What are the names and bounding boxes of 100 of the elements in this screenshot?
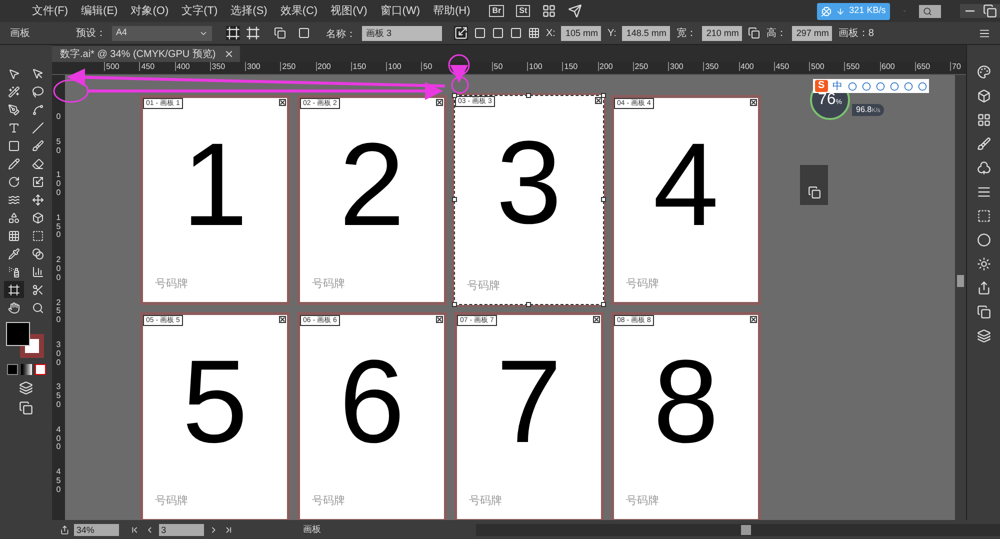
resize-handle[interactable] — [452, 197, 457, 202]
landscape-icon[interactable] — [246, 26, 260, 40]
artboard-number: 6 — [338, 343, 406, 461]
panel-icon[interactable] — [976, 113, 990, 127]
y-field[interactable]: 148.5 mm — [622, 26, 670, 40]
resize-handle[interactable] — [452, 93, 457, 98]
panel-icon[interactable] — [976, 161, 990, 175]
portrait-icon[interactable] — [226, 26, 240, 40]
minimize-icon[interactable] — [960, 4, 980, 18]
draw-mode-icon[interactable] — [19, 381, 33, 395]
ime-logo: S — [815, 80, 828, 92]
resize-handle[interactable] — [452, 302, 457, 307]
field-label: 高： — [766, 26, 786, 40]
close-icon[interactable] — [593, 316, 600, 323]
x-field[interactable]: 105 mm — [561, 26, 602, 40]
guide-icon[interactable] — [510, 27, 522, 39]
pen-icon — [8, 104, 20, 116]
zoom-dropdown[interactable]: 34% — [74, 524, 120, 536]
ruler-label: 450 — [55, 468, 62, 495]
menu-item[interactable]: 效果(C) — [280, 2, 318, 20]
panel-icon[interactable] — [976, 209, 990, 223]
close-icon[interactable] — [750, 99, 757, 106]
menu-icon[interactable] — [979, 28, 990, 38]
move-icon[interactable] — [274, 27, 286, 39]
menu-item[interactable]: 窗口(W) — [380, 2, 420, 20]
ruler-label: 350 — [703, 62, 738, 71]
document-tab[interactable]: 数字.ai* @ 34% (CMYK/GPU 预览) — [52, 46, 240, 62]
menu-item[interactable]: 对象(O) — [130, 2, 169, 20]
link-icon[interactable] — [748, 27, 760, 39]
close-icon[interactable] — [595, 97, 602, 104]
panel-icon[interactable] — [976, 89, 990, 103]
last-page-icon[interactable] — [224, 524, 233, 534]
panel-icon[interactable] — [976, 65, 990, 79]
resize-handle[interactable] — [526, 302, 531, 307]
panel-icon[interactable] — [976, 185, 990, 199]
artboard-caption: 号码牌 — [312, 276, 345, 292]
gradient-swatch[interactable] — [20, 364, 32, 375]
resize-handle[interactable] — [601, 197, 606, 202]
close-icon[interactable] — [750, 316, 757, 323]
workspace-icon[interactable] — [542, 4, 556, 18]
plane-icon[interactable] — [568, 4, 582, 18]
name-field[interactable]: 画板 3 — [362, 26, 442, 40]
grid-icon[interactable] — [528, 27, 540, 39]
horizontal-scrollbar[interactable] — [476, 524, 1000, 536]
height-field[interactable]: 297 mm — [792, 26, 832, 40]
panel-icon[interactable] — [976, 329, 990, 343]
ruler-label: 50 — [55, 138, 62, 156]
reference-icon[interactable] — [454, 26, 468, 40]
resize-handle[interactable] — [601, 93, 606, 98]
export-icon[interactable] — [60, 524, 70, 534]
panel-icon[interactable] — [976, 137, 990, 151]
scroll-thumb[interactable] — [741, 524, 752, 534]
ruler-label: 50 — [421, 62, 456, 71]
app-button[interactable]: St — [516, 5, 530, 17]
menu-item[interactable]: 文字(T) — [182, 2, 218, 20]
resize-handle[interactable] — [601, 302, 606, 307]
panel-icon[interactable] — [976, 233, 990, 247]
resize-handle[interactable] — [526, 93, 531, 98]
menu-item[interactable]: 选择(S) — [230, 2, 268, 20]
tool-button[interactable] — [4, 281, 24, 298]
fit-icon[interactable] — [492, 27, 504, 39]
close-icon[interactable] — [436, 316, 443, 323]
menu-item[interactable]: 帮助(H) — [433, 2, 470, 20]
menu-item[interactable]: 视图(V) — [330, 2, 368, 20]
brush-icon — [32, 140, 44, 152]
width-field[interactable]: 210 mm — [702, 26, 742, 40]
artboard-number: 1 — [181, 126, 249, 244]
vertical-scrollbar[interactable] — [955, 75, 966, 520]
fill-stroke-drawing[interactable] — [6, 322, 46, 360]
ruler-label: 100 — [527, 62, 562, 71]
panel-icon[interactable] — [976, 257, 990, 271]
preset-dropdown[interactable]: A4 — [112, 26, 212, 40]
line-icon — [32, 122, 44, 134]
none-swatch[interactable] — [34, 364, 46, 375]
download-icon — [836, 6, 846, 16]
menu-item[interactable]: 编辑(E) — [81, 2, 118, 20]
search-field[interactable] — [918, 4, 941, 18]
panel-icon[interactable] — [976, 305, 990, 319]
lasso-icon — [32, 86, 44, 98]
scissors-icon — [32, 284, 44, 296]
panel-icon[interactable] — [976, 281, 990, 295]
field-label: 预设： — [76, 26, 106, 40]
close-icon[interactable] — [279, 99, 286, 106]
scroll-thumb[interactable] — [957, 275, 964, 287]
page-field[interactable]: 3 — [159, 524, 204, 536]
ruler-label: 300 — [55, 340, 62, 368]
menu-item[interactable]: 文件(F) — [32, 2, 68, 20]
close-icon[interactable] — [279, 316, 286, 323]
color-swatch[interactable] — [6, 364, 18, 375]
ruler-label: 70 — [950, 62, 961, 71]
delete-icon[interactable] — [298, 27, 310, 39]
app-button[interactable]: Br — [489, 5, 504, 17]
restore-icon[interactable] — [980, 4, 1000, 18]
first-page-icon[interactable] — [130, 524, 140, 534]
screen-mode-icon[interactable] — [18, 401, 34, 415]
center-icon[interactable] — [474, 27, 486, 39]
close-icon[interactable] — [436, 99, 443, 106]
ruler-label: 450 — [139, 62, 174, 71]
pathfinder-icon[interactable] — [808, 186, 820, 199]
artboard-number: 5 — [181, 343, 249, 461]
